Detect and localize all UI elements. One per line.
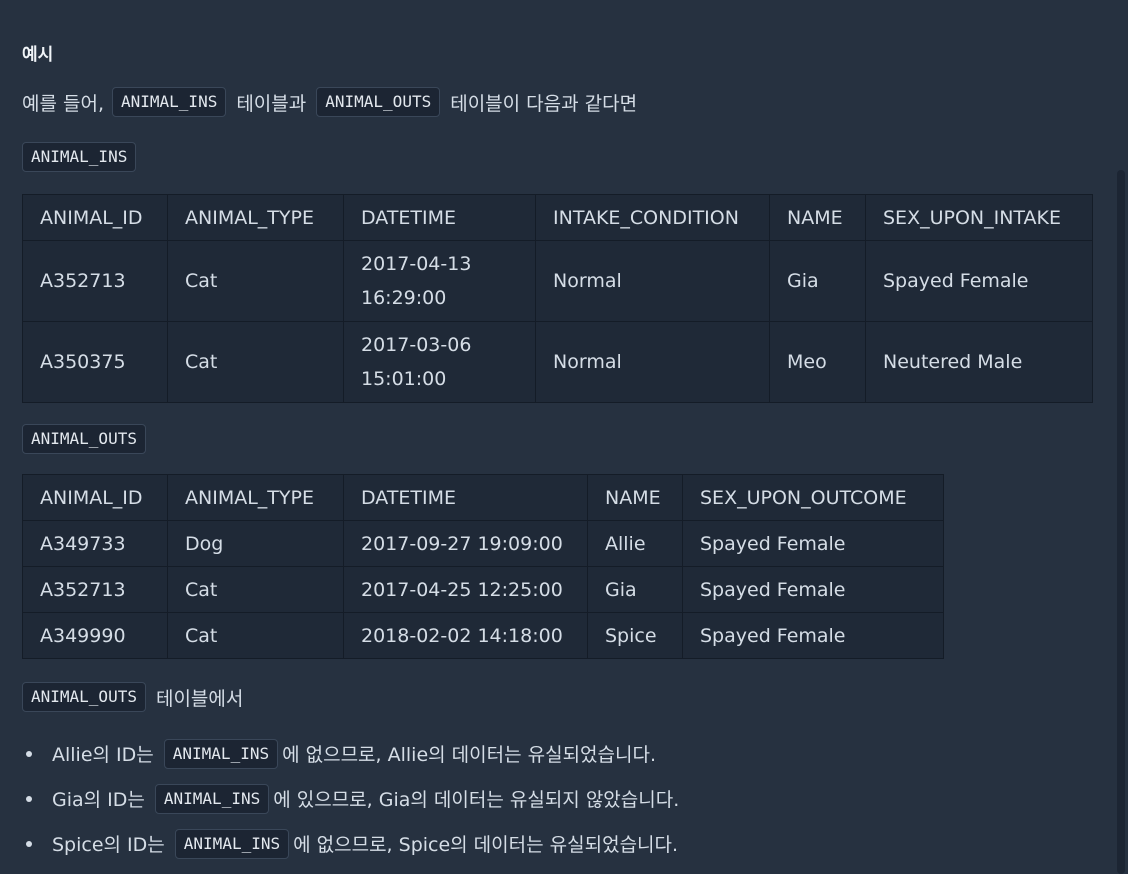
table-cell: Neutered Male bbox=[865, 321, 1093, 403]
bullet-text: 에 없으므로, Allie의 데이터는 유실되었습니다. bbox=[282, 744, 657, 766]
column-header: SEX_UPON_OUTCOME bbox=[682, 474, 944, 521]
table-ins-label-line: ANIMAL_INS bbox=[22, 142, 137, 172]
table-row: A352713 Cat 2017-04-13 16:29:00 Normal G… bbox=[22, 240, 1093, 322]
table-cell: Spayed Female bbox=[865, 240, 1093, 322]
code-animal-outs: ANIMAL_OUTS bbox=[22, 682, 146, 712]
list-item: Gia의 ID는 ANIMAL_INS 에 있으므로, Gia의 데이터는 유실… bbox=[22, 776, 679, 821]
table-header-row: ANIMAL_ID ANIMAL_TYPE DATETIME INTAKE_CO… bbox=[22, 194, 1093, 241]
table-cell: Spayed Female bbox=[682, 520, 944, 567]
table-header-row: ANIMAL_ID ANIMAL_TYPE DATETIME NAME SEX_… bbox=[22, 474, 944, 521]
table-cell: A352713 bbox=[22, 240, 168, 322]
table-cell: Cat bbox=[167, 566, 344, 613]
bullet-text: 에 있으므로, Gia의 데이터는 유실되지 않았습니다. bbox=[273, 789, 680, 811]
table-cell: Normal bbox=[535, 321, 770, 403]
explanation-list: Allie의 ID는 ANIMAL_INS 에 없으므로, Allie의 데이터… bbox=[22, 731, 679, 866]
column-header: INTAKE_CONDITION bbox=[535, 194, 770, 241]
list-item: Allie의 ID는 ANIMAL_INS 에 없으므로, Allie의 데이터… bbox=[22, 731, 679, 776]
table-ins-label: ANIMAL_INS bbox=[22, 142, 137, 172]
animal-outs-table: ANIMAL_ID ANIMAL_TYPE DATETIME NAME SEX_… bbox=[22, 474, 944, 659]
table-cell: Spice bbox=[587, 612, 683, 659]
list-item: Spice의 ID는 ANIMAL_INS 에 없으므로, Spice의 데이터… bbox=[22, 821, 679, 866]
code-animal-ins: ANIMAL_INS bbox=[112, 87, 227, 117]
column-header: SEX_UPON_INTAKE bbox=[865, 194, 1093, 241]
problem-page: 예시 예를 들어, ANIMAL_INS 테이블과 ANIMAL_OUTS 테이… bbox=[0, 0, 1128, 874]
intro-mid: 테이블과 bbox=[236, 92, 307, 115]
section-title: 예시 bbox=[22, 45, 54, 65]
table-row: A350375 Cat 2017-03-06 15:01:00 Normal M… bbox=[22, 321, 1093, 403]
intro-line: 예를 들어, ANIMAL_INS 테이블과 ANIMAL_OUTS 테이블이 … bbox=[22, 87, 637, 117]
table-cell: A349990 bbox=[22, 612, 168, 659]
table-cell: Spayed Female bbox=[682, 566, 944, 613]
intro-pre: 예를 들어, bbox=[22, 92, 104, 115]
table-row: A349990 Cat 2018-02-02 14:18:00 Spice Sp… bbox=[22, 612, 944, 659]
bullet-text: Gia의 ID는 bbox=[52, 789, 145, 811]
outs-description-line: ANIMAL_OUTS 테이블에서 bbox=[22, 682, 243, 712]
outs-line-post: 테이블에서 bbox=[155, 687, 244, 710]
table-cell: Cat bbox=[167, 612, 344, 659]
table-cell: Gia bbox=[769, 240, 866, 322]
code-animal-outs: ANIMAL_OUTS bbox=[316, 87, 441, 117]
table-outs-label: ANIMAL_OUTS bbox=[22, 424, 146, 454]
table-cell: 2017-09-27 19:09:00 bbox=[343, 520, 588, 567]
table-cell: Spayed Female bbox=[682, 612, 944, 659]
table-cell: Cat bbox=[167, 240, 344, 322]
column-header: NAME bbox=[587, 474, 683, 521]
animal-ins-table: ANIMAL_ID ANIMAL_TYPE DATETIME INTAKE_CO… bbox=[22, 194, 1093, 403]
code-animal-ins: ANIMAL_INS bbox=[174, 828, 290, 859]
column-header: ANIMAL_ID bbox=[22, 194, 168, 241]
bullet-text: 에 없으므로, Spice의 데이터는 유실되었습니다. bbox=[293, 834, 679, 856]
table-cell: 2017-04-13 16:29:00 bbox=[343, 240, 536, 322]
table-cell: A350375 bbox=[22, 321, 168, 403]
table-cell: Cat bbox=[167, 321, 344, 403]
intro-post: 테이블이 다음과 같다면 bbox=[450, 92, 638, 115]
table-cell: Gia bbox=[587, 566, 683, 613]
table-row: A349733 Dog 2017-09-27 19:09:00 Allie Sp… bbox=[22, 520, 944, 567]
table-cell: 2018-02-02 14:18:00 bbox=[343, 612, 588, 659]
table-cell: Meo bbox=[769, 321, 866, 403]
column-header: ANIMAL_TYPE bbox=[167, 474, 344, 521]
bullet-text: Spice의 ID는 bbox=[52, 834, 165, 856]
table-cell: A352713 bbox=[22, 566, 168, 613]
column-header: ANIMAL_TYPE bbox=[167, 194, 344, 241]
column-header: ANIMAL_ID bbox=[22, 474, 168, 521]
table-outs-label-line: ANIMAL_OUTS bbox=[22, 424, 146, 454]
table-cell: Normal bbox=[535, 240, 770, 322]
column-header: DATETIME bbox=[343, 194, 536, 241]
table-cell: 2017-04-25 12:25:00 bbox=[343, 566, 588, 613]
vertical-scrollbar[interactable] bbox=[1117, 170, 1125, 874]
bullet-text: Allie의 ID는 bbox=[52, 744, 154, 766]
column-header: NAME bbox=[769, 194, 866, 241]
code-animal-ins: ANIMAL_INS bbox=[154, 783, 270, 814]
table-row: A352713 Cat 2017-04-25 12:25:00 Gia Spay… bbox=[22, 566, 944, 613]
column-header: DATETIME bbox=[343, 474, 588, 521]
table-cell: 2017-03-06 15:01:00 bbox=[343, 321, 536, 403]
table-cell: Dog bbox=[167, 520, 344, 567]
table-cell: A349733 bbox=[22, 520, 168, 567]
table-cell: Allie bbox=[587, 520, 683, 567]
code-animal-ins: ANIMAL_INS bbox=[163, 738, 279, 769]
